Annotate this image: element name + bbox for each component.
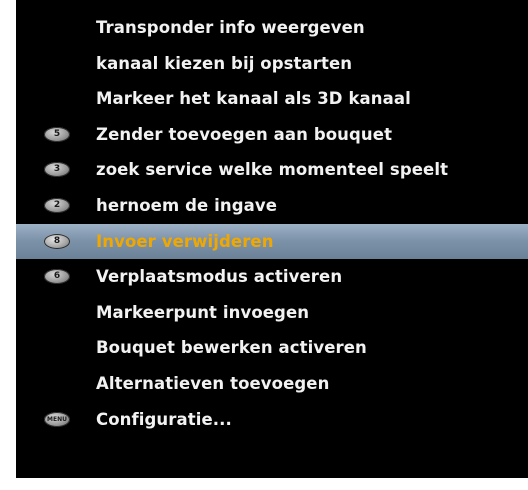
- menu-item-label: Markeer het kanaal als 3D kanaal: [96, 89, 411, 109]
- key-3-icon: 3: [44, 162, 70, 178]
- menu-item-label: Invoer verwijderen: [96, 231, 274, 251]
- menu-item-label: Alternatieven toevoegen: [96, 373, 330, 393]
- context-menu: Transponder info weergeven kanaal kiezen…: [16, 10, 528, 437]
- screen: Transponder info weergeven kanaal kiezen…: [0, 0, 528, 490]
- key-2-icon: 2: [44, 197, 70, 213]
- key-8-icon: 8: [44, 233, 70, 249]
- menu-item-label: hernoem de ingave: [96, 195, 278, 215]
- menu-item-move-mode[interactable]: 6 Verplaatsmodus activeren: [16, 259, 528, 295]
- menu-item-delete-entry[interactable]: 8 Invoer verwijderen: [16, 223, 528, 260]
- menu-item-label: zoek service welke momenteel speelt: [96, 160, 449, 180]
- menu-key-icon: MENU: [44, 411, 70, 427]
- menu-item-configuration[interactable]: MENU Configuratie...: [16, 402, 528, 438]
- menu-item-label: Markeerpunt invoegen: [96, 302, 310, 322]
- menu-item-startup-channel[interactable]: kanaal kiezen bij opstarten: [16, 46, 528, 82]
- menu-item-add-to-bouquet[interactable]: 5 Zender toevoegen aan bouquet: [16, 117, 528, 153]
- menu-item-label: Transponder info weergeven: [96, 18, 365, 37]
- menu-item-mark-3d[interactable]: Markeer het kanaal als 3D kanaal: [16, 81, 528, 117]
- menu-item-insert-marker[interactable]: Markeerpunt invoegen: [16, 295, 528, 331]
- menu-item-label: Configuratie...: [96, 409, 232, 429]
- key-5-icon: 5: [44, 126, 70, 142]
- menu-item-label: Verplaatsmodus activeren: [96, 267, 343, 287]
- key-6-icon: 6: [44, 269, 70, 285]
- menu-item-rename[interactable]: 2 hernoem de ingave: [16, 188, 528, 224]
- menu-item-find-playing-service[interactable]: 3 zoek service welke momenteel speelt: [16, 152, 528, 188]
- menu-item-label: kanaal kiezen bij opstarten: [96, 53, 353, 73]
- menu-item-edit-bouquet[interactable]: Bouquet bewerken activeren: [16, 330, 528, 366]
- menu-item-transponder-info[interactable]: Transponder info weergeven: [16, 10, 528, 46]
- menu-item-add-alternatives[interactable]: Alternatieven toevoegen: [16, 366, 528, 402]
- menu-item-label: Bouquet bewerken activeren: [96, 338, 367, 358]
- menu-item-label: Zender toevoegen aan bouquet: [96, 124, 393, 144]
